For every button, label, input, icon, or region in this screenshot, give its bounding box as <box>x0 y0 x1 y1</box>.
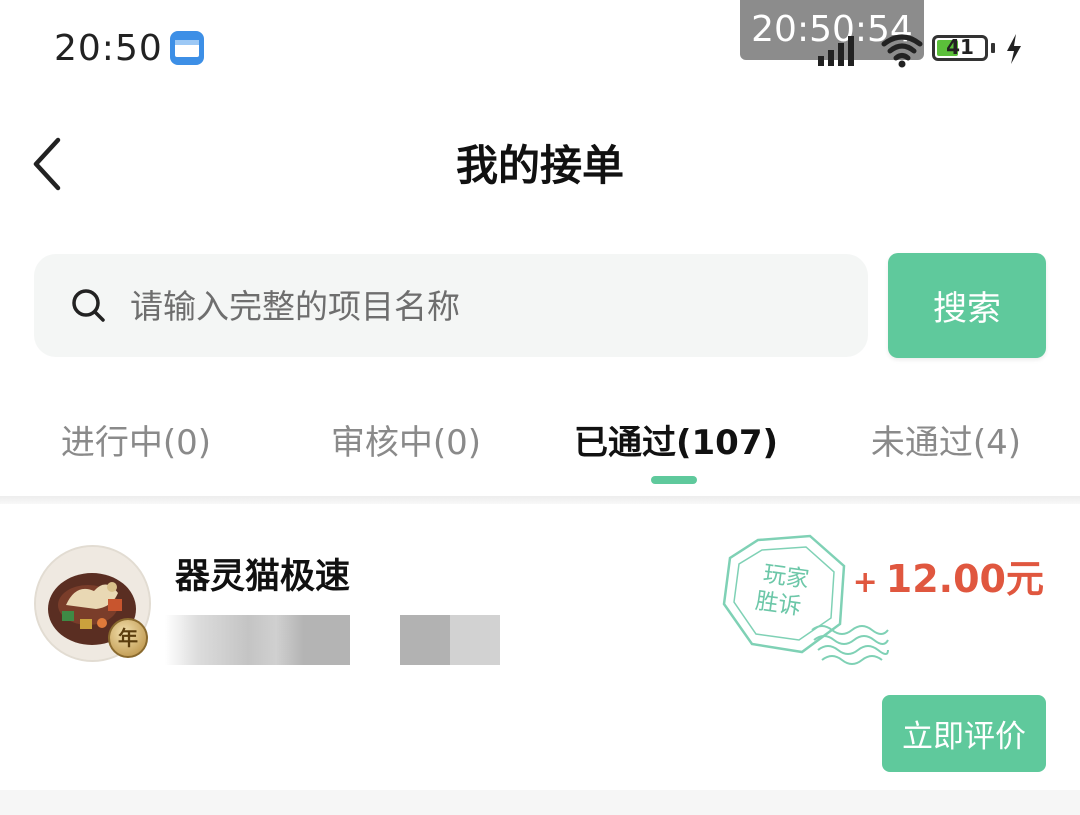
status-icons: 41 <box>816 30 1036 70</box>
amount-value: 12.00元 <box>885 557 1044 601</box>
battery-cap <box>991 43 995 53</box>
active-tab-indicator <box>651 476 697 484</box>
redacted-info <box>165 615 350 665</box>
tab-rejected[interactable]: 未通过(4) <box>871 415 1021 464</box>
status-time: 20:50 <box>54 28 163 69</box>
tab-under-review[interactable]: 审核中(0) <box>331 415 481 464</box>
redacted-info <box>450 615 500 665</box>
bottom-divider <box>0 790 1080 815</box>
search-input[interactable] <box>128 274 832 339</box>
page-title: 我的接单 <box>455 141 624 190</box>
battery-icon: 41 <box>932 35 988 61</box>
charging-icon <box>1007 34 1021 64</box>
search-box[interactable] <box>34 254 868 357</box>
tab-bar: 进行中(0) 审核中(0) 已通过(107) 未通过(4) <box>0 405 1080 500</box>
search-icon <box>72 289 105 322</box>
section-divider <box>0 496 1080 504</box>
app-icon <box>170 31 204 65</box>
battery-level: 41 <box>946 35 974 59</box>
stamp-text-line2: 胜诉 <box>754 588 803 620</box>
tab-in-progress[interactable]: 进行中(0) <box>61 415 211 464</box>
search-button[interactable]: 搜索 <box>888 253 1046 358</box>
order-amount: +12.00元 <box>853 548 1044 603</box>
stamp-text-line1: 玩家 <box>762 561 811 593</box>
amount-sign: + <box>852 565 878 600</box>
tab-approved[interactable]: 已通过(107) <box>574 415 778 464</box>
review-button[interactable]: 立即评价 <box>882 695 1046 772</box>
item-name: 器灵猫极速 <box>175 557 351 597</box>
redacted-info <box>400 615 450 665</box>
signal-icon <box>818 36 854 66</box>
year-badge: 年 <box>108 618 148 658</box>
wifi-icon <box>881 34 923 68</box>
